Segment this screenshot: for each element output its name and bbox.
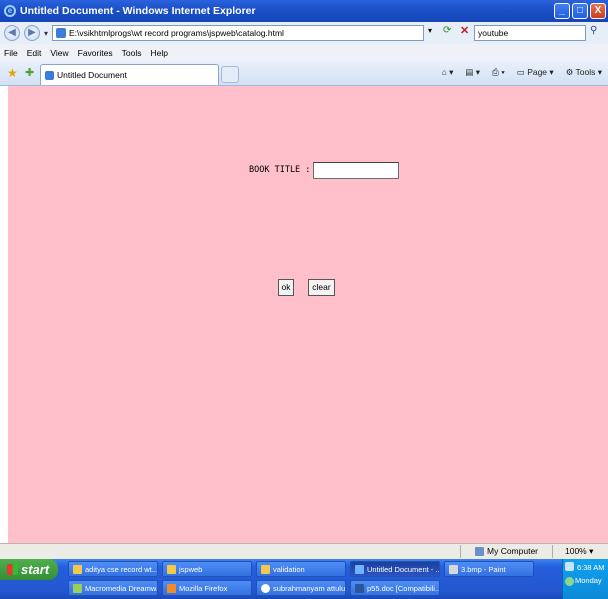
taskbar-item-active[interactable]: Untitled Document - ...: [350, 561, 440, 577]
folder-icon: [261, 564, 270, 574]
volume-icon[interactable]: [565, 577, 574, 586]
menu-help[interactable]: Help: [150, 48, 167, 58]
ie-icon: e: [4, 5, 16, 17]
address-row: ◀ ▶ ▾ E:\vsikhtmlprogs\wt record program…: [0, 22, 608, 44]
status-divider: [460, 545, 461, 558]
ok-button[interactable]: ok: [278, 279, 294, 296]
window-controls: _ □ X: [554, 3, 606, 19]
menu-edit[interactable]: Edit: [27, 48, 42, 58]
book-title-input[interactable]: [313, 162, 399, 179]
menu-view[interactable]: View: [50, 48, 68, 58]
menu-favorites[interactable]: Favorites: [78, 48, 113, 58]
taskbar-item[interactable]: 3.bmp - Paint: [444, 561, 534, 577]
taskbar-item[interactable]: Macromedia Dreamw...: [68, 580, 158, 596]
command-bar: ⌂ ▾ ▤ ▾ ⎙ ▾ ▭ Page ▾ ⚙ Tools ▾: [442, 67, 602, 78]
folder-icon: [73, 564, 82, 574]
print-icon[interactable]: ⎙ ▾: [492, 67, 505, 78]
zoom-level[interactable]: 100% ▾: [565, 546, 593, 557]
history-dropdown-icon[interactable]: ▾: [44, 29, 48, 38]
tab-row: ★ ✚ Untitled Document ⌂ ▾ ▤ ▾ ⎙ ▾ ▭ Page…: [0, 61, 608, 86]
maximize-button[interactable]: □: [572, 3, 588, 19]
menu-bar: File Edit View Favorites Tools Help: [0, 44, 608, 61]
address-bar[interactable]: E:\vsikhtmlprogs\wt record programs\jspw…: [52, 25, 424, 41]
taskbar-item[interactable]: p55.doc [Compatibili...: [350, 580, 440, 596]
tab-untitled-document[interactable]: Untitled Document: [40, 64, 219, 85]
status-divider: [552, 545, 553, 558]
taskbar-item[interactable]: subrahmanyam attuluri: [256, 580, 346, 596]
page-content: BOOK TITLE : ok clear: [8, 86, 608, 543]
word-icon: [355, 583, 364, 593]
refresh-icon[interactable]: ⟳: [443, 25, 451, 36]
taskbar-item[interactable]: validation: [256, 561, 346, 577]
forward-button[interactable]: ▶: [24, 25, 40, 41]
ie-icon: [355, 564, 364, 574]
window-title: Untitled Document - Windows Internet Exp…: [20, 5, 256, 17]
search-icon[interactable]: ⚲: [590, 25, 597, 36]
page-icon: [56, 28, 66, 38]
search-input[interactable]: youtube: [474, 25, 586, 41]
favorites-star-icon[interactable]: ★: [7, 66, 18, 80]
home-icon[interactable]: ⌂ ▾: [442, 67, 454, 78]
window-title-bar[interactable]: e Untitled Document - Windows Internet E…: [0, 0, 608, 22]
folder-icon: [167, 564, 176, 574]
stop-icon[interactable]: ✕: [460, 24, 469, 37]
tab-label: Untitled Document: [57, 70, 127, 80]
paint-icon: [449, 564, 458, 574]
add-favorites-icon[interactable]: ✚: [25, 66, 34, 79]
status-bar: My Computer 100% ▾: [0, 543, 608, 559]
computer-icon: [475, 546, 484, 556]
windows-flag-icon: [7, 564, 18, 575]
network-icon[interactable]: [565, 562, 574, 571]
address-url: E:\vsikhtmlprogs\wt record programs\jspw…: [69, 28, 284, 38]
system-tray: 6:38 AM Monday: [562, 559, 608, 599]
taskbar: start aditya cse record wt... jspweb val…: [0, 559, 608, 599]
taskbar-item[interactable]: Mozilla Firefox: [162, 580, 252, 596]
taskbar-item[interactable]: jspweb: [162, 561, 252, 577]
address-dropdown-icon[interactable]: ▾: [428, 26, 432, 35]
firefox-icon: [167, 583, 176, 593]
taskbar-item[interactable]: aditya cse record wt...: [68, 561, 158, 577]
feeds-icon[interactable]: ▤ ▾: [465, 67, 480, 78]
start-button[interactable]: start: [0, 559, 58, 580]
new-tab-button[interactable]: [221, 66, 239, 83]
book-title-label: BOOK TITLE :: [249, 165, 311, 175]
close-button[interactable]: X: [590, 3, 606, 19]
security-zone: My Computer: [475, 546, 538, 556]
back-button[interactable]: ◀: [4, 25, 20, 41]
dreamweaver-icon: [73, 583, 82, 593]
page-icon: [45, 70, 54, 80]
minimize-button[interactable]: _: [554, 3, 570, 19]
day-label: Monday: [575, 576, 602, 585]
clear-button[interactable]: clear: [308, 279, 335, 296]
page-menu[interactable]: ▭ Page ▾: [517, 67, 554, 78]
menu-tools[interactable]: Tools: [122, 48, 142, 58]
menu-file[interactable]: File: [4, 48, 18, 58]
clock[interactable]: 6:38 AM: [577, 563, 605, 572]
zone-label: My Computer: [487, 546, 539, 556]
tools-menu[interactable]: ⚙ Tools ▾: [566, 67, 602, 78]
chat-icon: [261, 583, 270, 593]
